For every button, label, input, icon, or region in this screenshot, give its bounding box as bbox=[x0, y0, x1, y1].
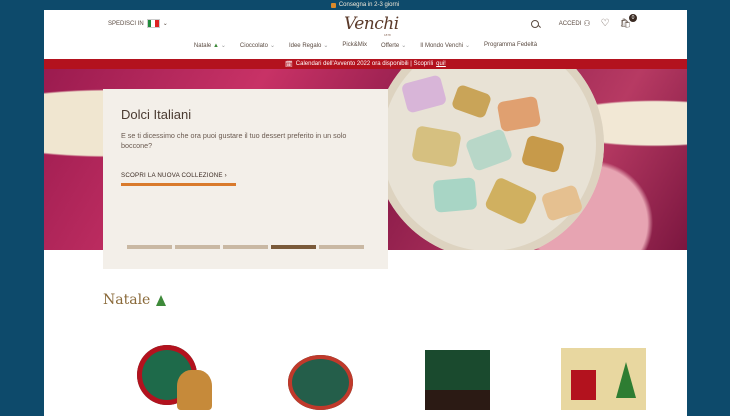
login-label: ACCEDI bbox=[558, 20, 582, 27]
chevron-right-icon: › bbox=[224, 172, 227, 179]
hero-card: Dolci Italiani E se ti dicessimo che ora… bbox=[103, 89, 388, 269]
header: SPEDISCI IN ⌄ Venchi 1878 ACCEDI ⚇ ♡ 🛍︎ … bbox=[44, 10, 687, 38]
carousel-pagination bbox=[127, 245, 364, 249]
promo-text: Calendari dell'Avvento 2022 ora disponib… bbox=[295, 61, 434, 67]
hero-description: E se ti dicessimo che ora puoi gustare i… bbox=[121, 131, 347, 150]
chevron-down-icon: ⌄ bbox=[162, 21, 168, 27]
brand-logo[interactable]: Venchi bbox=[344, 14, 399, 34]
search-icon[interactable] bbox=[530, 19, 539, 28]
ship-to-selector[interactable]: SPEDISCI IN ⌄ bbox=[108, 19, 168, 28]
promo-banner: 🗓︎ Calendari dell'Avvento 2022 ora dispo… bbox=[44, 59, 687, 69]
page: SPEDISCI IN ⌄ Venchi 1878 ACCEDI ⚇ ♡ 🛍︎ … bbox=[44, 10, 687, 416]
login-button[interactable]: ACCEDI ⚇ bbox=[559, 19, 591, 28]
user-icon: ⚇ bbox=[583, 19, 591, 28]
product-image bbox=[288, 355, 354, 410]
nav-item-natale[interactable]: Natale ▲ ⌄ bbox=[194, 42, 226, 49]
nav-item-idee-regalo[interactable]: Idee Regalo ⌄ bbox=[289, 42, 328, 49]
shipping-announcement-bar: Consegna in 2-3 giorni bbox=[0, 0, 730, 10]
hero-title: Dolci Italiani bbox=[121, 107, 192, 122]
christmas-tree-icon bbox=[156, 294, 167, 306]
hero-candy-image bbox=[411, 125, 462, 168]
wishlist-heart-icon[interactable]: ♡ bbox=[601, 18, 610, 29]
cart-count-badge: 0 bbox=[629, 14, 637, 22]
shipping-announcement-text: Consegna in 2-3 giorni bbox=[338, 2, 400, 8]
product-carousel bbox=[132, 330, 652, 416]
nav-item-mondo-venchi[interactable]: Il Mondo Venchi ⌄ bbox=[420, 42, 470, 49]
carousel-dot-active[interactable] bbox=[271, 245, 316, 249]
section-title-text: Natale bbox=[103, 292, 151, 308]
product-image bbox=[570, 370, 596, 400]
carousel-dot[interactable] bbox=[127, 245, 172, 249]
nav-item-pick-mix[interactable]: Pick&Mix bbox=[342, 42, 367, 49]
product-card[interactable] bbox=[132, 330, 228, 416]
italy-flag-icon bbox=[146, 19, 160, 28]
calendar-gift-icon: 🗓︎ bbox=[285, 61, 293, 68]
hero-candy-image bbox=[432, 177, 478, 213]
cart-button[interactable]: 🛍︎ 0 bbox=[620, 14, 637, 29]
nav-item-programma-fedelta[interactable]: Programma Fedeltà bbox=[484, 42, 537, 49]
ship-to-label: SPEDISCI IN bbox=[108, 20, 144, 27]
hero-cta-underline bbox=[121, 183, 236, 186]
hero-cta-link[interactable]: SCOPRI LA NUOVA COLLEZIONE › bbox=[121, 172, 227, 179]
product-image bbox=[177, 370, 212, 410]
product-card[interactable] bbox=[415, 330, 511, 416]
carousel-dot[interactable] bbox=[223, 245, 268, 249]
promo-link[interactable]: qui! bbox=[436, 61, 446, 67]
section-title-natale: Natale bbox=[103, 292, 167, 308]
header-actions: ACCEDI ⚇ ♡ 🛍︎ 0 bbox=[530, 14, 637, 29]
carousel-dot[interactable] bbox=[319, 245, 364, 249]
brand-logo-year: 1878 bbox=[384, 33, 391, 37]
nav-item-offerte[interactable]: Offerte ⌄ bbox=[381, 42, 406, 49]
carousel-dot[interactable] bbox=[175, 245, 220, 249]
product-image bbox=[615, 362, 636, 398]
nav-item-cioccolato[interactable]: Cioccolato ⌄ bbox=[240, 42, 275, 49]
product-image bbox=[424, 390, 490, 410]
main-navigation: Natale ▲ ⌄ Cioccolato ⌄ Idee Regalo ⌄ Pick&… bbox=[44, 42, 687, 49]
product-card[interactable] bbox=[556, 330, 652, 416]
product-card[interactable] bbox=[273, 330, 369, 416]
hero-cta-label: SCOPRI LA NUOVA COLLEZIONE bbox=[121, 172, 223, 179]
gift-icon bbox=[330, 2, 336, 8]
